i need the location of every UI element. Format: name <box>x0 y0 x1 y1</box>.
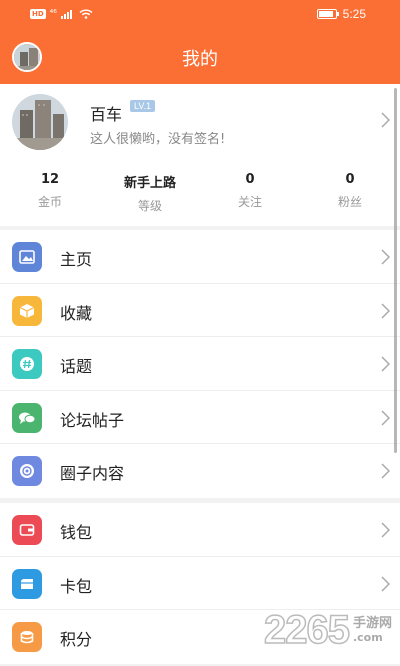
circle-icon <box>12 456 42 486</box>
title-bar: 我的 <box>0 30 400 84</box>
stat-label: 关注 <box>237 195 262 209</box>
menu-label: 圈子内容 <box>60 464 125 483</box>
stat-value: 0 <box>345 172 355 187</box>
menu-item-topics[interactable]: 话题 <box>0 337 400 391</box>
watermark-domain: .com <box>352 630 383 644</box>
menu-label: 收藏 <box>60 303 93 323</box>
watermark-side: 手游网 .com <box>352 616 392 644</box>
avatar[interactable] <box>12 94 68 150</box>
signature: 这人很懒哟，没有签名! <box>90 132 226 147</box>
stat-level[interactable]: 新手上路 等级 <box>100 172 200 214</box>
menu-item-circle-content[interactable]: 圈子内容 <box>0 444 400 498</box>
menu-group-content: 主页 收藏 话题 论坛帖子 圈子内容 <box>0 230 400 498</box>
stats-row: 12 金币 新手上路 等级 0 关注 0 粉丝 <box>0 172 400 214</box>
chevron-right-icon <box>381 575 390 592</box>
stat-followers[interactable]: 0 粉丝 <box>300 172 400 214</box>
box-icon <box>12 295 42 326</box>
watermark-text: 手游网 <box>352 616 392 632</box>
chevron-right-icon <box>381 112 390 128</box>
stat-value: 0 <box>245 172 255 187</box>
status-time: 5:25 <box>342 7 366 21</box>
stat-label: 金币 <box>37 195 62 209</box>
stat-label: 粉丝 <box>337 195 362 209</box>
stat-label: 等级 <box>137 199 162 213</box>
watermark-number: 2265 <box>263 607 350 653</box>
page-title: 我的 <box>182 49 218 70</box>
stat-value: 12 <box>40 172 60 187</box>
battery-icon <box>316 9 339 19</box>
username: 百车 <box>90 105 123 124</box>
stat-value: 新手上路 <box>123 176 176 191</box>
menu-label: 钱包 <box>60 523 93 542</box>
stat-following[interactable]: 0 关注 <box>200 172 300 214</box>
menu-item-wallet[interactable]: 钱包 <box>0 503 400 557</box>
menu-label: 论坛帖子 <box>60 410 125 430</box>
status-bar: HD ⁴⁶ 5:25 <box>0 0 400 30</box>
watermark: 2265 手游网 .com <box>263 607 392 653</box>
level-badge: LV.1 <box>130 100 156 112</box>
scrollbar[interactable] <box>394 88 397 453</box>
chevron-right-icon <box>381 302 390 319</box>
menu-item-forum-posts[interactable]: 论坛帖子 <box>0 391 400 444</box>
chevron-right-icon <box>381 463 390 479</box>
chevron-right-icon <box>381 356 390 372</box>
status-right: 5:25 <box>316 7 366 21</box>
chevron-right-icon <box>381 522 390 538</box>
chat-bubbles-icon <box>12 402 42 433</box>
wifi-icon <box>79 9 93 19</box>
menu-label: 积分 <box>60 630 93 649</box>
menu-item-card-wallet[interactable]: 卡包 <box>0 557 400 610</box>
menu-item-favorites[interactable]: 收藏 <box>0 284 400 337</box>
coins-icon <box>12 622 42 652</box>
menu-label: 主页 <box>60 250 93 269</box>
hd-badge: HD <box>30 9 46 19</box>
avatar-image <box>12 94 68 150</box>
card-icon <box>12 568 42 599</box>
menu-label: 话题 <box>60 357 93 376</box>
chevron-right-icon <box>381 409 390 426</box>
signal-icon <box>60 10 72 19</box>
menu-label: 卡包 <box>60 576 93 596</box>
hashtag-icon <box>12 349 42 379</box>
image-icon <box>12 242 42 272</box>
menu-item-homepage[interactable]: 主页 <box>0 230 400 284</box>
profile-card[interactable]: 百车 LV.1 这人很懒哟，没有签名! 12 金币 新手上路 等级 0 关注 0… <box>0 84 400 226</box>
chevron-right-icon <box>381 249 390 265</box>
wallet-icon <box>12 515 42 545</box>
network-type: ⁴⁶ <box>49 9 57 19</box>
stat-coins[interactable]: 12 金币 <box>0 172 100 214</box>
status-left: HD ⁴⁶ <box>30 9 93 19</box>
